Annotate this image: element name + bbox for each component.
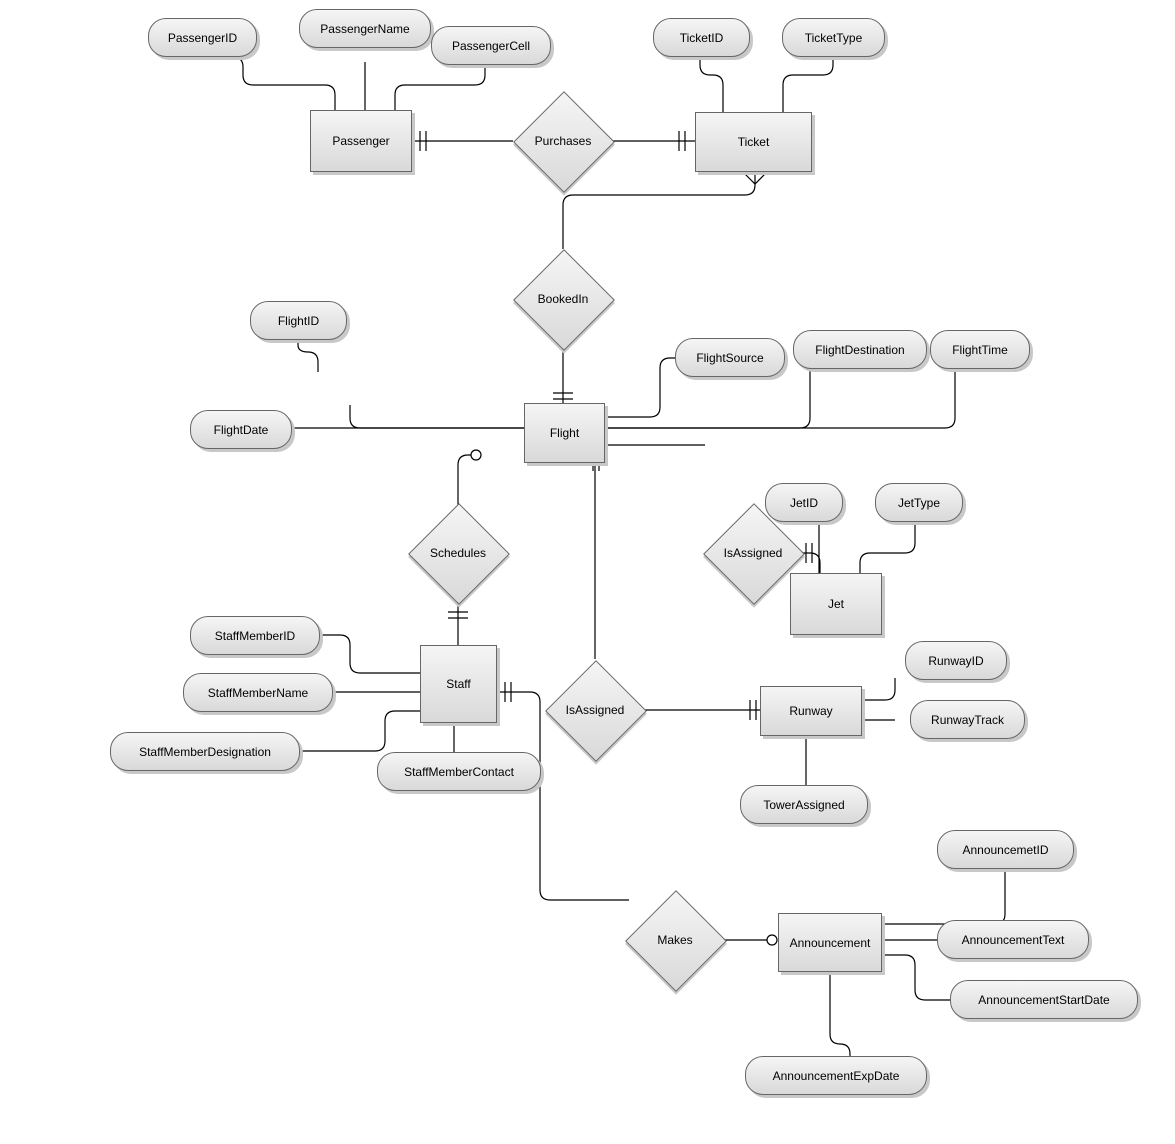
connector-layer bbox=[0, 0, 1175, 1144]
attr-runway-id: RunwayID bbox=[905, 641, 1007, 680]
attr-runway-track: RunwayTrack bbox=[910, 700, 1025, 739]
entity-flight: Flight bbox=[524, 403, 605, 463]
attr-label: FlightID bbox=[278, 314, 319, 328]
attr-announcement-exp: AnnouncementExpDate bbox=[745, 1056, 927, 1095]
entity-ticket: Ticket bbox=[695, 112, 812, 172]
attr-label: PassengerCell bbox=[452, 39, 530, 53]
attr-label: PassengerName bbox=[320, 22, 409, 36]
entity-label: Runway bbox=[789, 704, 832, 718]
entity-label: Passenger bbox=[332, 134, 389, 148]
attr-label: TowerAssigned bbox=[763, 798, 844, 812]
attr-label: StaffMemberDesignation bbox=[139, 745, 271, 759]
attr-label: TicketType bbox=[805, 31, 863, 45]
attr-label: StaffMemberContact bbox=[404, 765, 514, 779]
entity-staff: Staff bbox=[420, 645, 497, 723]
attr-label: AnnouncementStartDate bbox=[978, 993, 1109, 1007]
attr-label: RunwayTrack bbox=[931, 713, 1004, 727]
attr-staff-id: StaffMemberID bbox=[190, 616, 320, 655]
attr-passenger-name: PassengerName bbox=[299, 9, 431, 48]
entity-label: Staff bbox=[446, 677, 470, 691]
entity-label: Flight bbox=[550, 426, 579, 440]
attr-ticket-type: TicketType bbox=[782, 18, 885, 57]
attr-label: FlightTime bbox=[952, 343, 1008, 357]
attr-announcement-id: AnnouncemetID bbox=[937, 830, 1074, 869]
attr-flight-id: FlightID bbox=[250, 301, 347, 340]
attr-flight-date: FlightDate bbox=[190, 410, 292, 449]
entity-runway: Runway bbox=[760, 686, 862, 736]
entity-passenger: Passenger bbox=[310, 110, 412, 172]
attr-label: FlightDate bbox=[214, 423, 269, 437]
attr-jet-type: JetType bbox=[875, 483, 963, 522]
attr-flight-destination: FlightDestination bbox=[793, 330, 927, 369]
attr-label: JetType bbox=[898, 496, 940, 510]
attr-announcement-text: AnnouncementText bbox=[937, 920, 1089, 959]
attr-tower-assigned: TowerAssigned bbox=[740, 785, 868, 824]
attr-flight-source: FlightSource bbox=[675, 338, 785, 377]
attr-label: FlightSource bbox=[696, 351, 763, 365]
attr-label: JetID bbox=[790, 496, 818, 510]
attr-label: TicketID bbox=[680, 31, 724, 45]
attr-ticket-id: TicketID bbox=[653, 18, 750, 57]
entity-label: Ticket bbox=[738, 135, 770, 149]
attr-staff-designation: StaffMemberDesignation bbox=[110, 732, 300, 771]
attr-staff-contact: StaffMemberContact bbox=[377, 752, 541, 791]
attr-label: FlightDestination bbox=[815, 343, 904, 357]
attr-label: StaffMemberID bbox=[215, 629, 295, 643]
attr-announcement-start: AnnouncementStartDate bbox=[950, 980, 1138, 1019]
attr-label: AnnouncemetID bbox=[962, 843, 1048, 857]
attr-label: StaffMemberName bbox=[208, 686, 308, 700]
attr-flight-time: FlightTime bbox=[930, 330, 1030, 369]
entity-announcement: Announcement bbox=[778, 913, 882, 972]
attr-label: AnnouncementExpDate bbox=[773, 1069, 900, 1083]
attr-label: AnnouncementText bbox=[962, 933, 1065, 947]
attr-staff-name: StaffMemberName bbox=[183, 673, 333, 712]
attr-label: PassengerID bbox=[168, 31, 237, 45]
entity-label: Jet bbox=[828, 597, 844, 611]
entity-jet: Jet bbox=[790, 573, 882, 635]
entity-label: Announcement bbox=[790, 936, 871, 950]
attr-label: RunwayID bbox=[928, 654, 983, 668]
attr-passenger-cell: PassengerCell bbox=[431, 26, 551, 65]
attr-passenger-id: PassengerID bbox=[148, 18, 257, 57]
attr-jet-id: JetID bbox=[765, 483, 843, 522]
